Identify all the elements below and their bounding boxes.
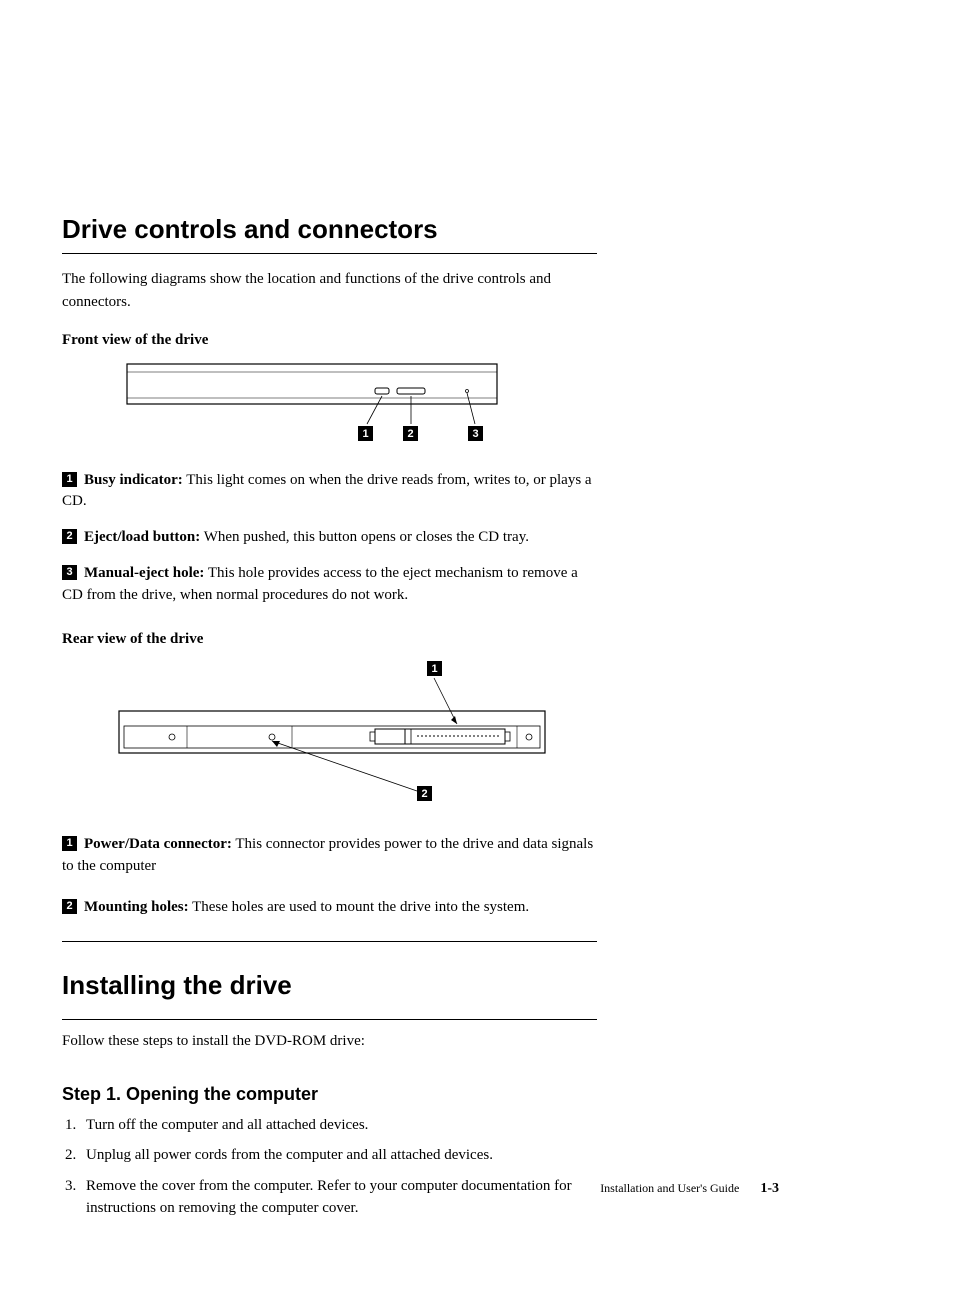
footer-page-number: 1-3 [760,1181,779,1196]
front-callout-1: 1 Busy indicator: This light comes on wh… [62,470,597,514]
callout-number-icon: 2 [62,529,77,544]
callout-number-icon: 2 [62,899,77,914]
callout-text: These holes are used to mount the drive … [189,899,530,915]
svg-text:2: 2 [421,788,427,800]
rear-callout-2: 2 Mounting holes: These holes are used t… [62,897,597,942]
svg-text:1: 1 [362,428,368,440]
list-item: Unplug all power cords from the computer… [80,1144,597,1167]
front-view-label: Front view of the drive [62,329,597,352]
callout-number-icon: 1 [62,836,77,851]
callout-text: When pushed, this button opens or closes… [200,529,529,545]
intro-text: The following diagrams show the location… [62,268,597,313]
footer-text: Installation and User's Guide [600,1181,739,1195]
front-view-diagram: 1 2 3 [117,362,507,452]
step1-heading: Step 1. Opening the computer [62,1081,597,1108]
callout-label: Busy indicator: [84,472,183,488]
page-footer: Installation and User's Guide 1-3 [600,1178,779,1199]
callout-label: Power/Data connector: [84,836,232,852]
callout-label: Mounting holes: [84,899,189,915]
rear-callout-1: 1 Power/Data connector: This connector p… [62,834,597,878]
list-item: Remove the cover from the computer. Refe… [80,1175,597,1220]
install-intro: Follow these steps to install the DVD-RO… [62,1030,597,1053]
section-heading-installing: Installing the drive [62,966,597,1005]
callout-label: Eject/load button: [84,529,200,545]
rear-view-label: Rear view of the drive [62,628,597,651]
heading-rule [62,1017,597,1020]
callout-label: Manual-eject hole: [84,565,204,581]
svg-text:2: 2 [407,428,413,440]
section-heading-controls: Drive controls and connectors [62,210,597,249]
callout-number-icon: 1 [62,472,77,487]
svg-text:3: 3 [472,428,478,440]
front-callout-3: 3 Manual-eject hole: This hole provides … [62,563,597,607]
list-item: Turn off the computer and all attached d… [80,1114,597,1137]
callout-number-icon: 3 [62,565,77,580]
svg-text:1: 1 [431,663,437,675]
heading-rule [62,253,597,254]
step1-list: Turn off the computer and all attached d… [62,1114,597,1220]
rear-view-diagram: 1 2 [117,661,547,816]
front-callout-2: 2 Eject/load button: When pushed, this b… [62,527,597,549]
